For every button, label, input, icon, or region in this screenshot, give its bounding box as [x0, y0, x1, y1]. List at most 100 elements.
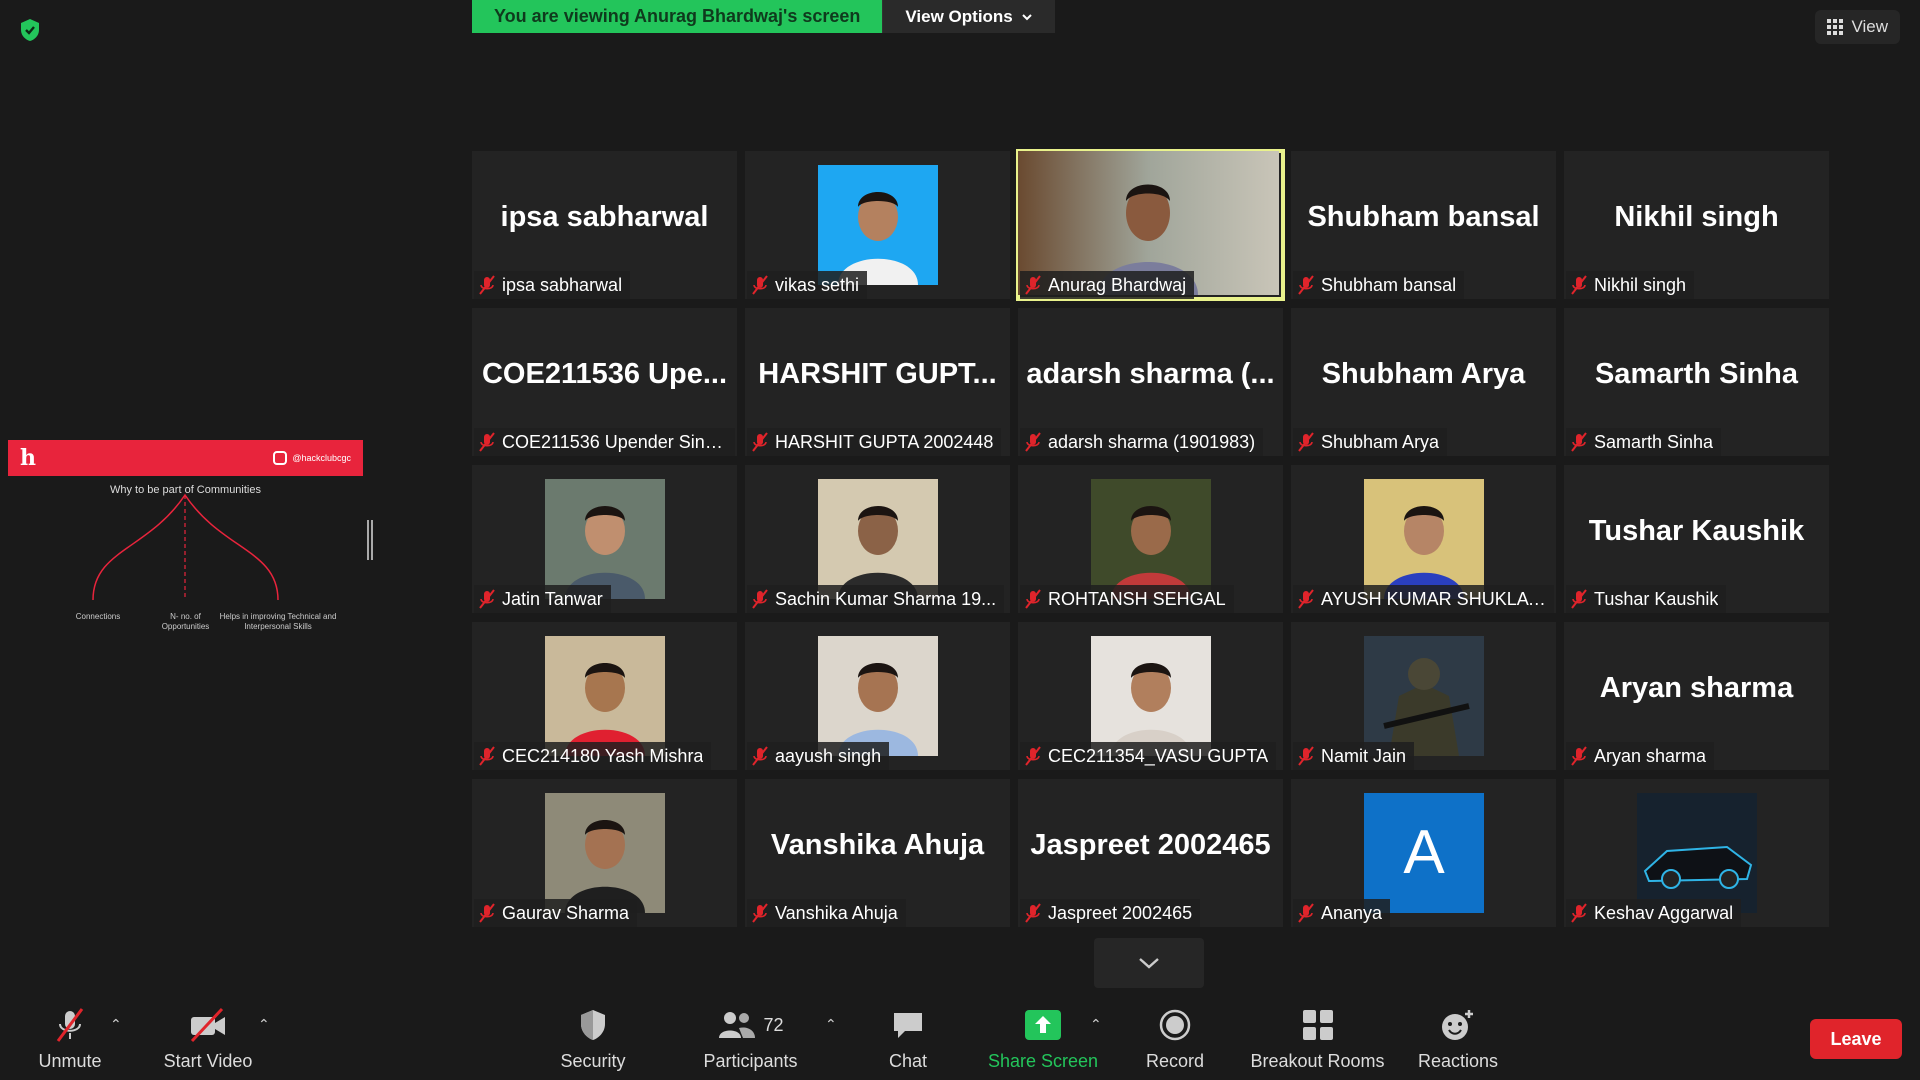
- participant-tile[interactable]: Namit Jain: [1291, 622, 1556, 770]
- next-page-button[interactable]: [1094, 938, 1204, 988]
- participant-name-label: Shubham Arya: [1293, 428, 1448, 456]
- reactions-label: Reactions: [1417, 1051, 1499, 1071]
- participant-name: Jatin Tanwar: [502, 588, 603, 609]
- participant-tile[interactable]: Jatin Tanwar: [472, 465, 737, 613]
- share-banner: You are viewing Anurag Bhardwaj's screen…: [472, 0, 1055, 33]
- share-screen-button[interactable]: Share Screen: [983, 1000, 1103, 1080]
- mic-muted-icon: [479, 275, 495, 295]
- participant-tile[interactable]: Shubham Arya Shubham Arya: [1291, 308, 1556, 456]
- participant-avatar: [544, 793, 665, 913]
- participant-tile[interactable]: Shubham bansal Shubham bansal: [1291, 151, 1556, 299]
- participant-name-label: AYUSH KUMAR SHUKLA ...: [1293, 585, 1554, 613]
- encryption-shield-icon[interactable]: [14, 14, 46, 46]
- reactions-button[interactable]: Reactions: [1413, 1000, 1503, 1080]
- share-screen-icon: [1025, 1005, 1061, 1045]
- start-video-button[interactable]: Start Video: [158, 1000, 258, 1080]
- audio-options-caret[interactable]: ⌃: [110, 1016, 122, 1033]
- participant-avatar: [1363, 479, 1484, 599]
- participant-tile[interactable]: vikas sethi: [745, 151, 1010, 299]
- slide-header: h @hackclubcgc: [8, 440, 363, 476]
- participant-name-label: Gaurav Sharma: [474, 899, 638, 927]
- participant-name-label: Ananya: [1293, 899, 1391, 927]
- participant-name: Namit Jain: [1321, 745, 1407, 766]
- participant-tile[interactable]: CEC211354_VASU GUPTA: [1018, 622, 1283, 770]
- participant-tile[interactable]: ROHTANSH SEHGAL: [1018, 465, 1283, 613]
- mic-muted-icon: [1025, 589, 1041, 609]
- participant-avatar: [1090, 479, 1211, 599]
- mic-muted-icon: [1025, 275, 1041, 295]
- participant-tile[interactable]: Vanshika Ahuja Vanshika Ahuja: [745, 779, 1010, 927]
- participant-tile[interactable]: COE211536 Upe... COE211536 Upender Sing.…: [472, 308, 737, 456]
- participant-display-name: Shubham bansal: [1307, 201, 1540, 233]
- participant-tile[interactable]: adarsh sharma (... adarsh sharma (190198…: [1018, 308, 1283, 456]
- participants-options-caret[interactable]: ⌃: [825, 1016, 837, 1033]
- breakout-rooms-icon: [1302, 1005, 1334, 1045]
- participants-button[interactable]: 72 Participants: [698, 1000, 803, 1080]
- leave-button[interactable]: Leave: [1810, 1019, 1902, 1059]
- participant-name-label: Anurag Bhardwaj: [1020, 271, 1195, 299]
- security-label: Security: [560, 1051, 626, 1071]
- participant-name: Nikhil singh: [1594, 274, 1687, 295]
- view-layout-button[interactable]: View: [1815, 10, 1900, 44]
- participant-name: Anurag Bhardwaj: [1048, 274, 1187, 295]
- slide-label-opportunities: N- no. of Opportunities: [161, 612, 210, 631]
- participant-tile[interactable]: Jaspreet 2002465 Jaspreet 2002465: [1018, 779, 1283, 927]
- chat-button[interactable]: Chat: [868, 1000, 948, 1080]
- participant-tile[interactable]: aayush singh: [745, 622, 1010, 770]
- participant-tile[interactable]: A Ananya: [1291, 779, 1556, 927]
- mic-muted-icon: [1571, 903, 1587, 923]
- participant-tile[interactable]: Sachin Kumar Sharma 19...: [745, 465, 1010, 613]
- participant-tile[interactable]: ipsa sabharwal ipsa sabharwal: [472, 151, 737, 299]
- mic-muted-icon: [752, 432, 768, 452]
- participant-name-label: COE211536 Upender Sing...: [474, 428, 735, 456]
- participant-tile[interactable]: CEC214180 Yash Mishra: [472, 622, 737, 770]
- participant-display-name: HARSHIT GUPT...: [758, 358, 997, 390]
- video-options-caret[interactable]: ⌃: [258, 1016, 270, 1033]
- participant-name-label: Nikhil singh: [1566, 271, 1695, 299]
- participant-name: Jaspreet 2002465: [1048, 902, 1193, 923]
- shield-icon: [578, 1005, 608, 1045]
- participant-display-name: Shubham Arya: [1321, 358, 1526, 390]
- record-button[interactable]: Record: [1135, 1000, 1215, 1080]
- mic-muted-icon: [1571, 275, 1587, 295]
- mic-muted-icon: [1571, 746, 1587, 766]
- breakout-rooms-button[interactable]: Breakout Rooms: [1245, 1000, 1390, 1080]
- participant-tile[interactable]: Nikhil singh Nikhil singh: [1564, 151, 1829, 299]
- mic-muted-icon: [479, 432, 495, 452]
- participant-tile[interactable]: AYUSH KUMAR SHUKLA ...: [1291, 465, 1556, 613]
- mic-muted-icon: [752, 275, 768, 295]
- view-options-button[interactable]: View Options: [882, 0, 1055, 33]
- share-options-caret[interactable]: ⌃: [1090, 1016, 1102, 1033]
- participant-display-name: ipsa sabharwal: [500, 201, 709, 233]
- breakout-rooms-label: Breakout Rooms: [1250, 1051, 1385, 1071]
- unmute-button[interactable]: Unmute: [30, 1000, 110, 1080]
- security-button[interactable]: Security: [553, 1000, 633, 1080]
- participant-name-label: Samarth Sinha: [1566, 428, 1722, 456]
- participant-name-label: ROHTANSH SEHGAL: [1020, 585, 1234, 613]
- participant-name: Aryan sharma: [1594, 745, 1707, 766]
- shared-screen[interactable]: h @hackclubcgc Why to be part of Communi…: [8, 440, 363, 645]
- resize-handle[interactable]: [367, 520, 373, 560]
- view-label: View: [1851, 17, 1888, 36]
- participant-avatar: [544, 479, 665, 599]
- participant-tile[interactable]: Aryan sharma Aryan sharma: [1564, 622, 1829, 770]
- participant-name-label: ipsa sabharwal: [474, 271, 631, 299]
- grid-icon: [1827, 19, 1844, 35]
- participant-name-label: Jaspreet 2002465: [1020, 899, 1201, 927]
- participant-tile[interactable]: HARSHIT GUPT... HARSHIT GUPTA 2002448: [745, 308, 1010, 456]
- participant-tile[interactable]: Tushar Kaushik Tushar Kaushik: [1564, 465, 1829, 613]
- mic-muted-icon: [752, 589, 768, 609]
- mic-muted-icon: [1298, 589, 1314, 609]
- instagram-icon: [273, 451, 288, 465]
- participant-name: HARSHIT GUPTA 2002448: [775, 431, 994, 452]
- participant-tile[interactable]: Anurag Bhardwaj: [1016, 149, 1285, 301]
- participant-tile[interactable]: Gaurav Sharma: [472, 779, 737, 927]
- participant-tile[interactable]: Keshav Aggarwal: [1564, 779, 1829, 927]
- participant-name-label: aayush singh: [747, 742, 890, 770]
- chevron-down-icon: [1022, 13, 1032, 20]
- unmute-label: Unmute: [38, 1051, 102, 1071]
- slide-diagram: [92, 493, 279, 601]
- participant-name: COE211536 Upender Sing...: [502, 431, 727, 452]
- participant-display-name: Samarth Sinha: [1594, 358, 1799, 390]
- participant-tile[interactable]: Samarth Sinha Samarth Sinha: [1564, 308, 1829, 456]
